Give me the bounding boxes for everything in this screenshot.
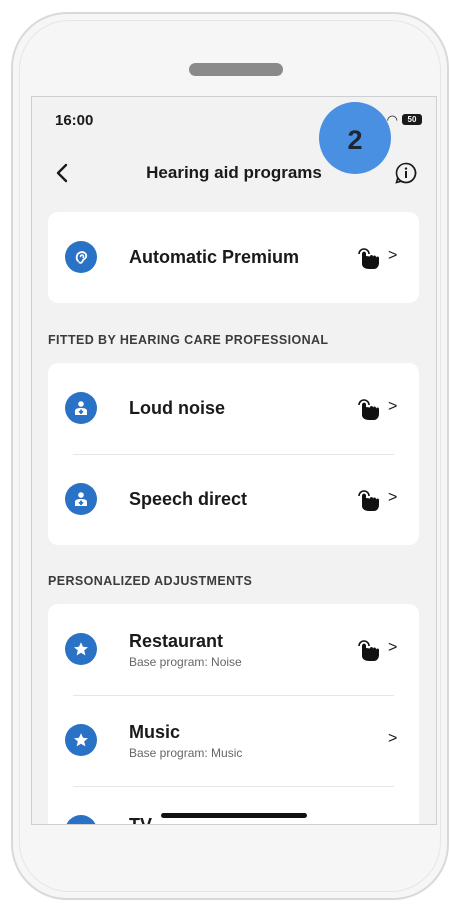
program-name: Speech direct xyxy=(129,489,248,509)
home-indicator[interactable] xyxy=(161,813,307,818)
status-time: 16:00 xyxy=(55,112,94,129)
program-icon xyxy=(65,392,97,424)
program-row-music[interactable]: Music Base program: Music > xyxy=(48,695,419,786)
program-icon xyxy=(65,815,97,825)
program-name: TV xyxy=(129,815,153,825)
hand-tap-icon xyxy=(358,248,379,269)
program-row-automatic-premium[interactable]: Automatic Premium > xyxy=(48,212,419,303)
program-name: Automatic Premium xyxy=(129,247,300,267)
program-row-restaurant[interactable]: Restaurant Base program: Noise > xyxy=(48,604,419,695)
page-title: Hearing aid programs xyxy=(146,163,322,182)
app-screen: 16:00 ◠ 50 2 Hearing aid programs Automa… xyxy=(31,96,437,825)
star-icon xyxy=(73,823,89,825)
professional-icon xyxy=(75,492,87,506)
primary-program-card: Automatic Premium > xyxy=(48,212,419,303)
program-icon xyxy=(65,483,97,515)
professional-icon xyxy=(75,401,87,415)
status-icons: ◠ 50 xyxy=(387,113,422,126)
battery-icon: 50 xyxy=(402,114,422,125)
ear-icon xyxy=(75,251,88,264)
hand-tap-icon xyxy=(358,490,379,511)
phone-speaker xyxy=(189,63,283,76)
program-row-speech-direct[interactable]: Speech direct > xyxy=(48,454,419,545)
section-header-fitted: FITTED BY HEARING CARE PROFESSIONAL xyxy=(48,333,329,347)
chevron-right-icon: > xyxy=(388,639,398,656)
program-icon xyxy=(65,241,97,273)
chevron-right-icon: > xyxy=(388,247,398,264)
program-row-tv[interactable]: TV xyxy=(48,786,419,825)
section-header-personalized: PERSONALIZED ADJUSTMENTS xyxy=(48,574,253,588)
program-icon xyxy=(65,724,97,756)
fitted-programs-card: Loud noise > Speech direct > xyxy=(48,363,419,545)
program-row-loud-noise[interactable]: Loud noise > xyxy=(48,363,419,454)
program-subtitle: Base program: Music xyxy=(129,746,243,760)
chevron-right-icon: > xyxy=(388,489,398,506)
program-name: Restaurant xyxy=(129,631,224,651)
program-icon xyxy=(65,633,97,665)
star-icon xyxy=(74,733,88,747)
star-icon xyxy=(74,642,88,656)
chevron-right-icon: > xyxy=(388,730,398,747)
program-subtitle: Base program: Noise xyxy=(129,655,242,669)
personalized-programs-card: Restaurant Base program: Noise > Music B… xyxy=(48,604,419,825)
info-icon[interactable] xyxy=(394,161,418,185)
app-header: Hearing aid programs xyxy=(32,155,436,191)
program-name: Music xyxy=(129,722,181,742)
program-name: Loud noise xyxy=(129,398,225,418)
hand-tap-icon xyxy=(358,399,379,420)
hand-tap-icon xyxy=(358,640,379,661)
chevron-right-icon: > xyxy=(388,398,398,415)
